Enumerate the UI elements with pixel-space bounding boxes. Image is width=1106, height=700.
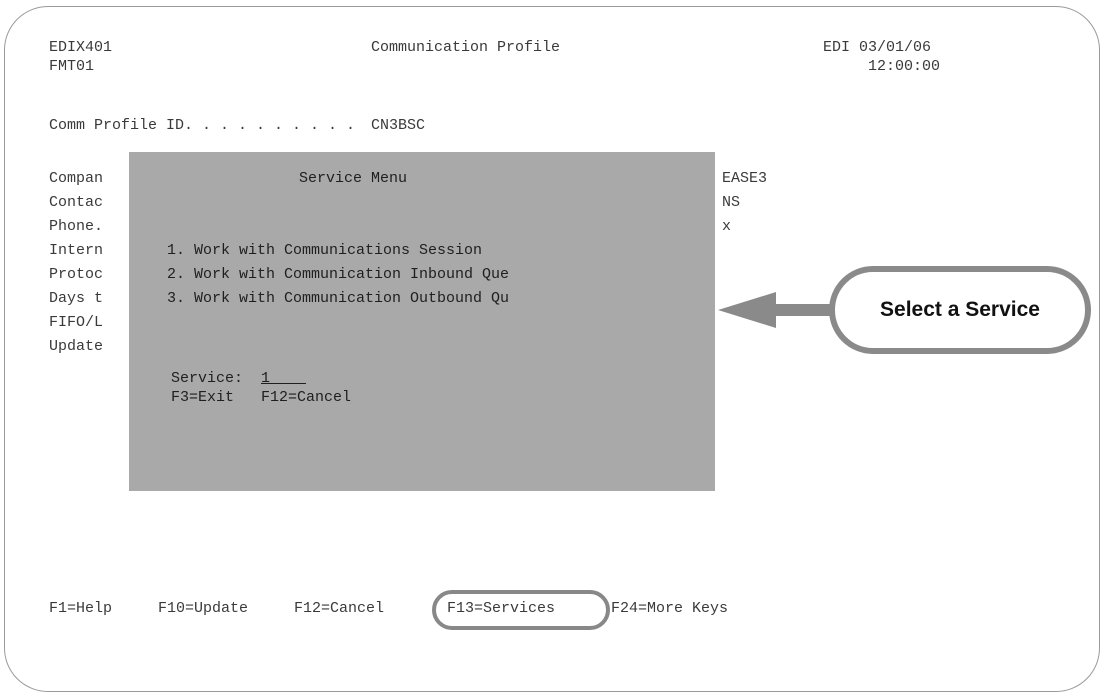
company-value: EASE3: [722, 170, 768, 187]
comm-profile-label: Comm Profile ID. . . . . . . . . .: [49, 117, 356, 134]
service-input[interactable]: 1: [261, 370, 306, 388]
menu-option-2[interactable]: 2. Work with Communication Inbound Que: [167, 266, 509, 284]
phone-value: x: [722, 218, 732, 235]
contact-label: Contac: [49, 194, 104, 211]
f12-cancel-key[interactable]: F12=Cancel: [294, 600, 384, 618]
screen-title: Communication Profile: [371, 39, 561, 56]
system-time: 12:00:00: [868, 58, 941, 75]
f13-highlight-oval: [432, 590, 610, 630]
menu-option-3[interactable]: 3. Work with Communication Outbound Qu: [167, 290, 509, 308]
internal-label: Intern: [49, 242, 104, 259]
days-label: Days t: [49, 290, 104, 307]
company-label: Compan: [49, 170, 104, 187]
program-id: EDIX401: [49, 39, 113, 56]
update-label: Update: [49, 338, 104, 355]
f1-help-key[interactable]: F1=Help: [49, 600, 112, 618]
protocol-label: Protoc: [49, 266, 104, 283]
f10-update-key[interactable]: F10=Update: [158, 600, 248, 618]
callout-arrow-icon: [718, 292, 836, 328]
popup-function-keys[interactable]: F3=Exit F12=Cancel: [171, 389, 351, 407]
service-menu-title: Service Menu: [299, 170, 408, 187]
menu-option-1[interactable]: 1. Work with Communications Session: [167, 242, 482, 260]
select-service-callout: Select a Service: [829, 266, 1091, 354]
callout-text: Select a Service: [880, 298, 1040, 321]
service-menu-window: Service Menu 1. Work with Communications…: [129, 152, 715, 491]
format-id: FMT01: [49, 58, 95, 75]
f24-more-keys[interactable]: F24=More Keys: [611, 600, 728, 618]
service-label: Service:: [171, 370, 244, 387]
system-date: EDI 03/01/06: [823, 39, 932, 56]
phone-label: Phone.: [49, 218, 104, 235]
contact-value: NS: [722, 194, 741, 211]
comm-profile-value: CN3BSC: [371, 117, 426, 134]
fifo-label: FIFO/L: [49, 314, 104, 331]
